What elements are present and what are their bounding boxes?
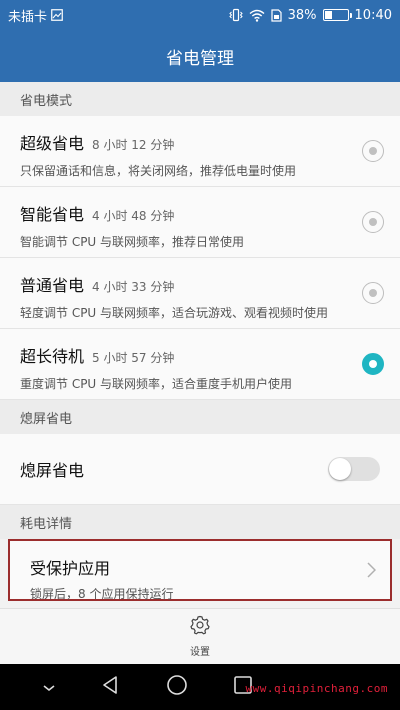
battery-fill bbox=[324, 11, 332, 19]
vibrate-icon bbox=[228, 8, 243, 22]
wifi-icon bbox=[249, 9, 265, 22]
section-label: 耗电详情 bbox=[20, 516, 73, 532]
section-label: 省电模式 bbox=[20, 93, 73, 109]
mode-time: 8 小时 12 分钟 bbox=[92, 138, 175, 152]
mode-item-smart[interactable]: 智能省电 4 小时 48 分钟 智能调节 CPU 与联网频率，推荐日常使用 bbox=[0, 187, 400, 258]
settings-label: 设置 bbox=[190, 647, 210, 658]
radio-dot bbox=[369, 218, 377, 226]
home-icon[interactable] bbox=[166, 674, 188, 700]
protected-apps-title: 受保护应用 bbox=[30, 559, 111, 578]
radio-dot bbox=[369, 360, 377, 368]
mode-time: 4 小时 48 分钟 bbox=[92, 209, 175, 223]
mode-desc: 只保留通话和信息，将关闭网络，推荐低电量时使用 bbox=[20, 164, 297, 178]
chevron-right-icon bbox=[367, 562, 377, 581]
chevron-down-icon[interactable] bbox=[42, 678, 56, 697]
gear-icon bbox=[190, 615, 210, 639]
section-header-power-mode: 省电模式 bbox=[0, 82, 400, 116]
battery-icon bbox=[322, 9, 352, 21]
page-title: 省电管理 bbox=[166, 48, 234, 69]
radio-button[interactable] bbox=[362, 140, 384, 162]
protected-apps-desc: 锁屏后，8 个应用保持运行 bbox=[30, 587, 174, 601]
mode-desc: 智能调节 CPU 与联网频率，推荐日常使用 bbox=[20, 235, 245, 249]
section-label: 熄屏省电 bbox=[20, 411, 73, 427]
screen-off-saving-row[interactable]: 熄屏省电 bbox=[0, 434, 400, 505]
mode-desc: 轻度调节 CPU 与联网频率，适合玩游戏、观看视频时使用 bbox=[20, 306, 329, 320]
screen-off-saving-toggle[interactable] bbox=[328, 457, 380, 481]
section-header-consumption: 耗电详情 bbox=[0, 505, 400, 539]
sim-icon bbox=[271, 8, 282, 22]
radio-dot bbox=[369, 289, 377, 297]
protected-apps-row[interactable]: 受保护应用 锁屏后，8 个应用保持运行 bbox=[8, 539, 392, 601]
mode-item-ultra-standby[interactable]: 超长待机 5 小时 57 分钟 重度调节 CPU 与联网频率，适合重度手机用户使… bbox=[0, 329, 400, 400]
image-notification-icon bbox=[51, 9, 63, 21]
clock: 10:40 bbox=[354, 7, 392, 23]
back-icon[interactable] bbox=[101, 675, 121, 699]
toggle-knob bbox=[329, 458, 351, 480]
radio-button[interactable] bbox=[362, 353, 384, 375]
screen-off-saving-title: 熄屏省电 bbox=[20, 461, 85, 480]
radio-button[interactable] bbox=[362, 282, 384, 304]
status-bar: 未插卡 38% 10:40 bbox=[0, 0, 400, 30]
mode-item-normal[interactable]: 普通省电 4 小时 33 分钟 轻度调节 CPU 与联网频率，适合玩游戏、观看视… bbox=[0, 258, 400, 329]
radio-dot bbox=[369, 147, 377, 155]
mode-title: 超级省电 bbox=[20, 134, 85, 153]
title-bar: 省电管理 bbox=[0, 30, 400, 82]
mode-time: 5 小时 57 分钟 bbox=[92, 351, 175, 365]
radio-button[interactable] bbox=[362, 211, 384, 233]
carrier-label: 未插卡 bbox=[8, 9, 48, 25]
section-header-screen-off: 熄屏省电 bbox=[0, 400, 400, 434]
mode-title: 普通省电 bbox=[20, 276, 85, 295]
mode-time: 4 小时 33 分钟 bbox=[92, 280, 175, 294]
settings-button[interactable]: 设置 bbox=[0, 608, 400, 664]
mode-desc: 重度调节 CPU 与联网频率，适合重度手机用户使用 bbox=[20, 377, 293, 391]
mode-title: 智能省电 bbox=[20, 205, 85, 224]
settings-list: 省电模式 超级省电 8 小时 12 分钟 只保留通话和信息，将关闭网络，推荐低电… bbox=[0, 82, 400, 601]
watermark: www.qiqipinchang.com bbox=[245, 682, 388, 695]
battery-percent: 38% bbox=[287, 7, 317, 23]
mode-item-super[interactable]: 超级省电 8 小时 12 分钟 只保留通话和信息，将关闭网络，推荐低电量时使用 bbox=[0, 116, 400, 187]
mode-title: 超长待机 bbox=[20, 347, 85, 366]
